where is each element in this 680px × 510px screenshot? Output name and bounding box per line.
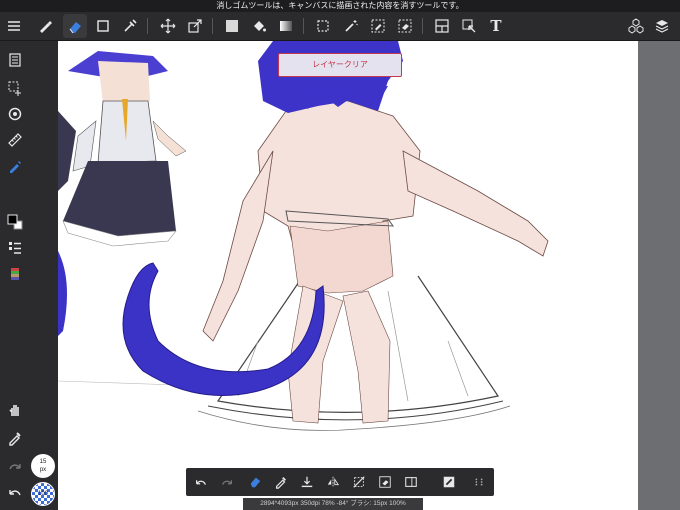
layer-panel-icon[interactable] xyxy=(400,471,422,493)
undo-icon[interactable] xyxy=(190,471,212,493)
eraser-icon[interactable] xyxy=(244,471,266,493)
palette-icon[interactable] xyxy=(3,263,27,285)
select-eraser-icon[interactable] xyxy=(393,14,417,38)
color-swatch-icon[interactable] xyxy=(3,211,27,233)
select-rect-icon[interactable] xyxy=(311,14,335,38)
brush-icon[interactable] xyxy=(33,14,57,38)
fill-toggle-icon[interactable] xyxy=(438,471,460,493)
canvas-offside xyxy=(638,41,680,510)
selection-icon[interactable] xyxy=(3,77,27,99)
canvas-status-bar: 2894*4093px 350dpi 78% -84° ブラシ: 15px 10… xyxy=(243,498,423,510)
shape-icon[interactable] xyxy=(91,14,115,38)
more-dots-icon[interactable] xyxy=(468,471,490,493)
magic-wand-icon[interactable] xyxy=(339,14,363,38)
drawing-canvas[interactable] xyxy=(58,41,638,510)
left-sidebar xyxy=(0,41,30,510)
brush-opacity-value: 100 xyxy=(37,491,48,497)
rotate-canvas-icon[interactable] xyxy=(3,103,27,125)
layers-icon[interactable] xyxy=(650,14,674,38)
brush-size-indicator[interactable]: 15 px xyxy=(31,454,55,478)
layout-icon[interactable] xyxy=(430,14,454,38)
pen-correction-icon[interactable] xyxy=(3,155,27,177)
smudge-icon[interactable] xyxy=(118,14,142,38)
layer-clear-button[interactable]: レイヤークリア xyxy=(278,53,402,77)
hand-icon[interactable] xyxy=(3,399,27,421)
tool-hint-bar: 消しゴムツールは、キャンバスに描画された内容を消すツールです。 xyxy=(0,0,680,12)
pages-icon[interactable] xyxy=(3,49,27,71)
main-toolbar: T xyxy=(0,12,680,41)
bucket-icon[interactable] xyxy=(247,14,271,38)
snap-off-icon[interactable] xyxy=(348,471,370,493)
flip-horizontal-icon[interactable] xyxy=(322,471,344,493)
ruler-icon[interactable] xyxy=(3,129,27,151)
brush-opacity-indicator[interactable]: 100 xyxy=(31,482,55,506)
brush-size-value: 15 xyxy=(39,459,47,465)
select-pen-icon[interactable] xyxy=(366,14,390,38)
menu-icon[interactable] xyxy=(2,14,26,38)
materials-icon[interactable] xyxy=(624,14,648,38)
text-icon[interactable]: T xyxy=(484,14,508,38)
gradient-icon[interactable] xyxy=(274,14,298,38)
eraser-icon[interactable] xyxy=(63,14,87,38)
select-move-icon[interactable] xyxy=(457,14,481,38)
import-icon[interactable] xyxy=(296,471,318,493)
redo-icon[interactable] xyxy=(3,455,27,477)
redo-icon[interactable] xyxy=(216,471,238,493)
transform-icon[interactable] xyxy=(183,14,207,38)
fill-color-icon[interactable] xyxy=(220,14,244,38)
select-eraser-icon[interactable] xyxy=(374,471,396,493)
eyedropper-icon[interactable] xyxy=(270,471,292,493)
quick-toolbar xyxy=(186,468,494,496)
eyedropper-icon[interactable] xyxy=(3,427,27,449)
move-icon[interactable] xyxy=(156,14,180,38)
color-list-icon[interactable] xyxy=(3,237,27,259)
undo-icon[interactable] xyxy=(3,481,27,503)
artwork-illustration xyxy=(58,41,549,431)
brush-size-unit: px xyxy=(39,467,47,473)
